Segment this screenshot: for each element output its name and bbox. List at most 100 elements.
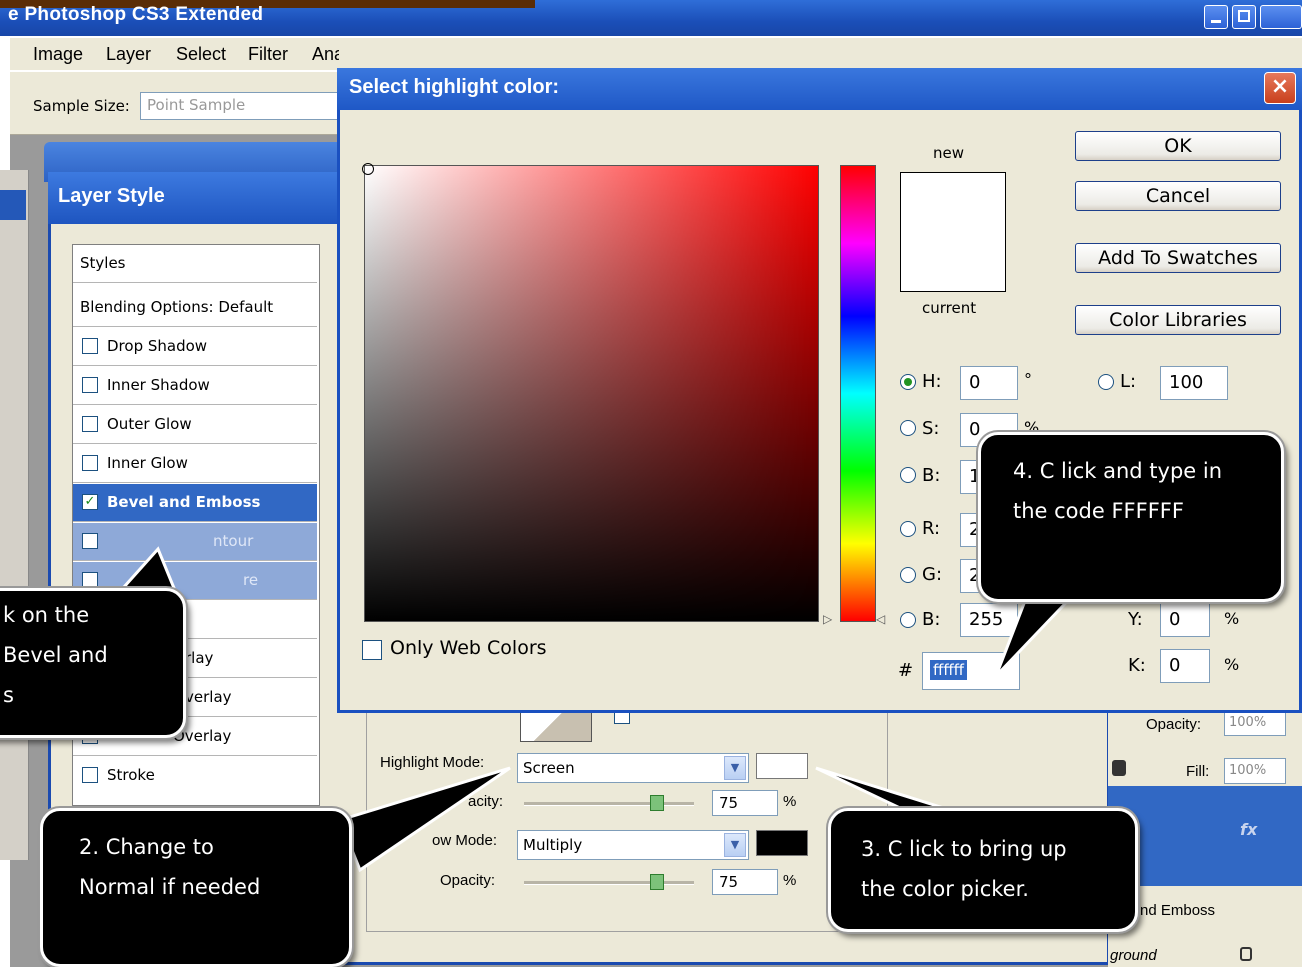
color-field[interactable] — [364, 165, 819, 622]
percent-label: % — [783, 793, 797, 810]
checkbox[interactable] — [82, 767, 98, 783]
blending-options-item[interactable]: Blending Options: Default — [73, 289, 317, 327]
style-item-label: rlay — [185, 649, 214, 667]
color-libraries-button[interactable]: Color Libraries — [1075, 305, 1281, 335]
maximize-button[interactable] — [1232, 5, 1256, 29]
color-field-marker[interactable] — [362, 163, 374, 175]
cancel-button[interactable]: Cancel — [1075, 181, 1281, 211]
app-title: e Photoshop CS3 Extended — [8, 4, 264, 25]
blue-label: B: — [922, 609, 941, 630]
black-label: K: — [1128, 655, 1146, 676]
layer-fill-label: Fill: — [1186, 763, 1210, 780]
style-item-label: ntour — [213, 532, 254, 550]
lightness-label: L: — [1120, 371, 1137, 392]
close-button[interactable]: × — [1264, 72, 1296, 104]
effect-bevel-emboss[interactable]: nd Emboss — [1140, 902, 1215, 919]
color-preview-swatch — [900, 172, 1006, 292]
style-item-drop-shadow[interactable]: Drop Shadow — [73, 328, 317, 366]
only-web-colors-label: Only Web Colors — [390, 637, 547, 659]
percent-label: % — [783, 872, 797, 889]
green-label: G: — [922, 564, 943, 585]
highlight-opacity-slider[interactable] — [524, 802, 694, 806]
style-item-inner-shadow[interactable]: Inner Shadow — [73, 367, 317, 405]
shadow-opacity-slider[interactable] — [524, 881, 694, 885]
yellow-input[interactable]: 0 — [1160, 603, 1210, 637]
green-radio[interactable] — [900, 567, 916, 583]
sample-size-select[interactable]: Point Sample — [140, 92, 340, 120]
hue-input[interactable]: 0 — [960, 366, 1018, 400]
percent-unit: % — [1224, 609, 1240, 628]
shadow-opacity-input[interactable]: 75 — [712, 869, 778, 895]
callout-4: 4. C lick and type in the code FFFFFF — [978, 432, 1284, 602]
highlight-mode-value: Screen — [523, 759, 575, 777]
style-item-outer-glow[interactable]: Outer Glow — [73, 406, 317, 444]
ok-button[interactable]: OK — [1075, 131, 1281, 161]
callout-2: 2. Change to Normal if needed — [40, 808, 352, 967]
lock-icon[interactable] — [1112, 760, 1126, 776]
hue-slider-arrow-right-icon[interactable]: ◁ — [876, 612, 885, 626]
callout-4-line: 4. C lick and type in — [1013, 459, 1223, 483]
close-icon: × — [1270, 74, 1290, 99]
padlock-icon — [1240, 947, 1252, 961]
checkbox[interactable] — [82, 533, 98, 549]
only-web-colors-checkbox[interactable] — [362, 640, 382, 660]
black-input[interactable]: 0 — [1160, 649, 1210, 683]
chevron-down-icon: ▼ — [724, 833, 746, 857]
sample-size-label: Sample Size: — [33, 97, 130, 115]
minimize-button[interactable] — [1204, 5, 1228, 29]
menu-layer[interactable]: Layer — [106, 44, 151, 65]
style-item-label: Inner Glow — [107, 454, 188, 472]
shadow-mode-value: Multiply — [523, 836, 583, 854]
shadow-opacity-thumb[interactable] — [650, 874, 664, 890]
menu-analysis[interactable]: Analysis — [312, 44, 339, 65]
highlight-mode-select[interactable]: Screen ▼ — [517, 753, 749, 783]
degree-unit: ° — [1024, 370, 1032, 389]
menu-filter[interactable]: Filter — [248, 44, 288, 65]
style-item-stroke[interactable]: Stroke — [73, 757, 317, 795]
menu-image[interactable]: Image — [33, 44, 83, 65]
hue-slider[interactable] — [840, 165, 876, 622]
shadow-color-swatch[interactable] — [756, 830, 808, 856]
background-layer-label[interactable]: ground — [1110, 947, 1157, 964]
layer-opacity-input[interactable]: 100% — [1224, 710, 1286, 736]
hue-radio[interactable] — [900, 374, 916, 390]
percent-unit: % — [1224, 655, 1240, 674]
style-item-label: Inner Shadow — [107, 376, 210, 394]
callout-2-line: Normal if needed — [79, 875, 261, 899]
style-item-label: verlay — [185, 688, 232, 706]
checkbox[interactable] — [82, 377, 98, 393]
checkbox-checked[interactable]: ✓ — [82, 494, 98, 510]
checkbox[interactable] — [82, 338, 98, 354]
callout-1-line: s — [3, 683, 14, 707]
shadow-mode-select[interactable]: Multiply ▼ — [517, 830, 749, 860]
highlight-opacity-thumb[interactable] — [650, 795, 664, 811]
layer-opacity-label: Opacity: — [1146, 716, 1202, 733]
callout-3-line: 3. C lick to bring up — [861, 837, 1067, 861]
hue-slider-arrow-left-icon[interactable]: ▷ — [823, 612, 832, 626]
highlight-opacity-input[interactable]: 75 — [712, 790, 778, 816]
app-close-button[interactable] — [1260, 5, 1302, 29]
layer-fill-input[interactable]: 100% — [1224, 758, 1286, 784]
lightness-input[interactable]: 100 — [1160, 366, 1228, 400]
checkbox[interactable] — [82, 455, 98, 471]
style-item-bevel-emboss[interactable]: ✓ Bevel and Emboss — [73, 484, 317, 522]
blue-radio[interactable] — [900, 612, 916, 628]
callout-3: 3. C lick to bring up the color picker. — [828, 808, 1138, 932]
checkbox[interactable] — [82, 416, 98, 432]
new-color-label: new — [933, 144, 965, 162]
brightness-radio[interactable] — [900, 467, 916, 483]
saturation-radio[interactable] — [900, 420, 916, 436]
checkbox[interactable] — [82, 572, 98, 588]
styles-header[interactable]: Styles — [73, 245, 317, 283]
lightness-radio[interactable] — [1098, 374, 1114, 390]
current-color-label: current — [922, 299, 977, 317]
red-radio[interactable] — [900, 521, 916, 537]
fx-icon: fx — [1240, 820, 1258, 839]
layer-style-title: Layer Style — [58, 185, 165, 207]
style-item-inner-glow[interactable]: Inner Glow — [73, 445, 317, 483]
highlight-color-swatch[interactable] — [756, 753, 808, 779]
add-to-swatches-button[interactable]: Add To Swatches — [1075, 243, 1281, 273]
style-item-label: Bevel and Emboss — [107, 493, 261, 511]
menu-select[interactable]: Select — [176, 44, 226, 65]
callout-1-line: k on the — [3, 603, 90, 627]
